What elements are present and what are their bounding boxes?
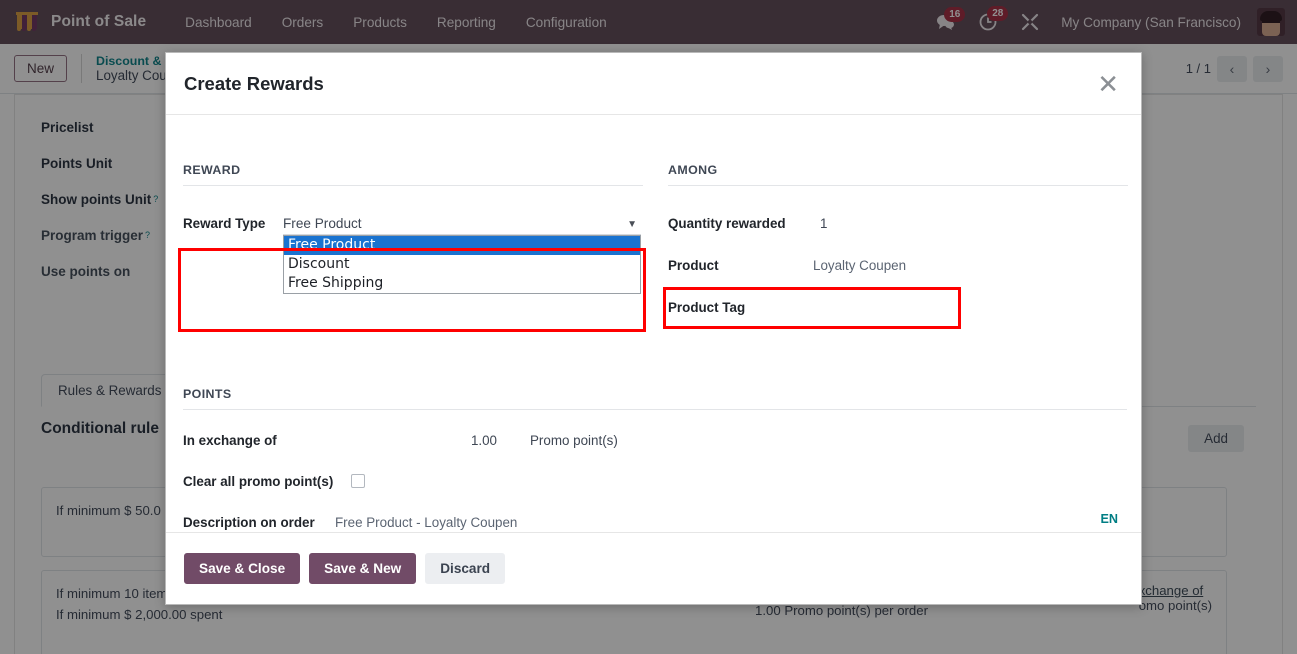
clear-all-promo-points-checkbox[interactable] <box>351 474 365 488</box>
dialog-body: REWARD Reward Type Free Product ▼ Free P… <box>166 115 1141 532</box>
option-free-product[interactable]: Free Product <box>284 236 640 255</box>
field-row-quantity-rewarded: Quantity rewarded 1 <box>668 213 1128 237</box>
field-row-clear-all-promo-points: Clear all promo point(s) <box>183 471 1127 495</box>
group-title-among: AMONG <box>668 163 1128 186</box>
field-row-description-on-order: Description on order Free Product - Loya… <box>183 512 1127 532</box>
screen: Point of Sale Dashboard Orders Products … <box>0 0 1297 654</box>
close-icon[interactable]: ✕ <box>1093 71 1123 97</box>
field-unit-promo-points: Promo point(s) <box>530 433 618 448</box>
option-discount[interactable]: Discount <box>284 255 640 274</box>
save-and-close-button[interactable]: Save & Close <box>184 553 301 584</box>
field-label-description-on-order: Description on order <box>183 515 315 530</box>
field-row-product: Product Loyalty Coupen <box>668 255 1128 279</box>
group-title-reward: REWARD <box>183 163 643 186</box>
field-value-in-exchange-of[interactable]: 1.00 <box>435 430 497 451</box>
dialog-footer: Save & Close Save & New Discard <box>166 532 1141 604</box>
field-label-product-tag: Product Tag <box>668 300 746 315</box>
language-tag-en[interactable]: EN <box>1101 512 1119 526</box>
field-label-in-exchange-of: In exchange of <box>183 433 277 448</box>
discard-button[interactable]: Discard <box>425 553 506 584</box>
field-row-product-tag: Product Tag <box>668 297 1128 321</box>
field-label-product: Product <box>668 258 719 273</box>
save-and-new-button[interactable]: Save & New <box>309 553 417 584</box>
reward-type-select[interactable]: Free Product ▼ <box>283 213 641 235</box>
group-title-points: POINTS <box>183 387 1127 410</box>
create-rewards-dialog: Create Rewards ✕ REWARD Reward Type Free… <box>165 52 1142 605</box>
group-reward: REWARD Reward Type Free Product ▼ Free P… <box>183 163 643 294</box>
field-value-product[interactable]: Loyalty Coupen <box>813 255 906 276</box>
field-value-description-on-order[interactable]: Free Product - Loyalty Coupen <box>335 512 517 532</box>
field-label-quantity-rewarded: Quantity rewarded <box>668 216 786 231</box>
dialog-title: Create Rewards <box>184 72 324 94</box>
field-value-quantity-rewarded[interactable]: 1 <box>820 213 827 234</box>
group-points: POINTS In exchange of 1.00 Promo point(s… <box>183 387 1127 532</box>
field-label-clear-all-promo-points: Clear all promo point(s) <box>183 474 334 489</box>
group-among: AMONG Quantity rewarded 1 Product Loyalt… <box>668 163 1128 321</box>
chevron-down-icon[interactable]: ▼ <box>627 219 637 230</box>
dialog-header: Create Rewards ✕ <box>166 53 1141 115</box>
reward-type-option-list: Free Product Discount Free Shipping <box>283 235 641 294</box>
reward-type-value: Free Product <box>283 216 362 231</box>
field-label-reward-type: Reward Type <box>183 216 266 231</box>
field-row-reward-type: Reward Type Free Product ▼ Free Product … <box>183 213 643 294</box>
option-free-shipping[interactable]: Free Shipping <box>284 274 640 293</box>
reward-type-select-wrapper: Free Product ▼ Free Product Discount Fre… <box>283 213 641 294</box>
field-row-in-exchange-of: In exchange of 1.00 Promo point(s) <box>183 430 1127 454</box>
